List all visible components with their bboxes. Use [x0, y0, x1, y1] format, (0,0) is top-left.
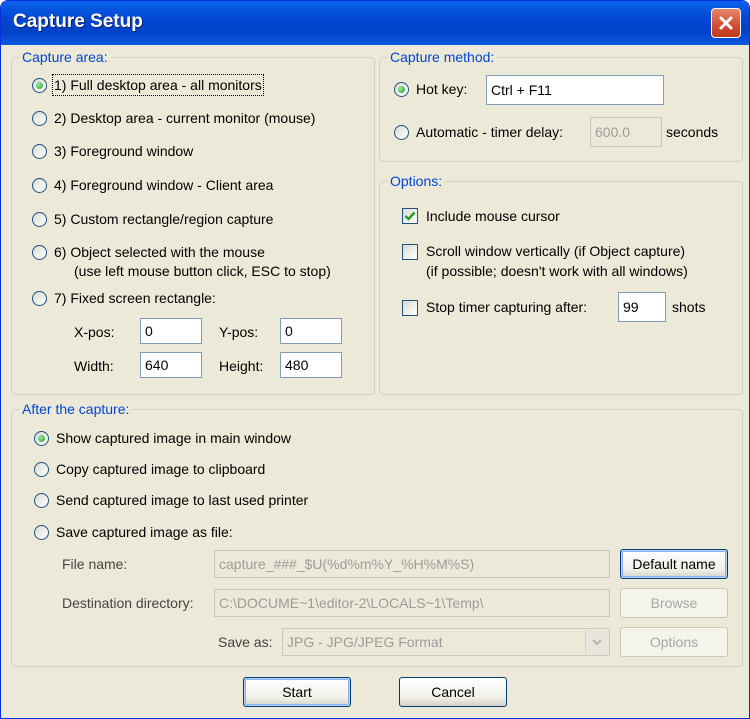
after-radio-4[interactable]	[34, 525, 49, 540]
stop-timer-label: Stop timer capturing after:	[426, 299, 588, 315]
capture-area-label-4: 4) Foreground window - Client area	[54, 177, 274, 193]
after-capture-legend: After the capture:	[19, 401, 133, 417]
stop-timer-checkbox[interactable]	[402, 300, 418, 316]
stop-timer-input[interactable]: 99	[618, 292, 666, 322]
seconds-label: seconds	[666, 124, 719, 140]
capture-method-legend: Capture method:	[387, 49, 498, 65]
capture-area-radio-3[interactable]	[32, 144, 47, 159]
default-name-button[interactable]: Default name	[620, 549, 728, 579]
height-label: Height:	[219, 358, 264, 374]
file-name-input[interactable]: capture_###_$U(%d%m%Y_%H%M%S)	[214, 550, 610, 578]
capture-area-radio-1[interactable]	[32, 78, 47, 93]
capture-area-label-6: 6) Object selected with the mouse	[54, 244, 265, 260]
checkmark-icon	[404, 211, 416, 221]
hotkey-input[interactable]: Ctrl + F11	[486, 75, 664, 105]
start-button[interactable]: Start	[243, 677, 351, 707]
automatic-radio[interactable]	[394, 125, 409, 140]
shots-label: shots	[672, 299, 706, 315]
close-icon	[719, 16, 733, 30]
ypos-input[interactable]: 0	[280, 318, 342, 344]
title-bar[interactable]: Capture Setup	[1, 1, 749, 45]
capture-area-label-5: 5) Custom rectangle/region capture	[54, 211, 274, 227]
timer-delay-input[interactable]: 600.0	[590, 117, 662, 147]
save-as-dropdown-button[interactable]	[585, 630, 608, 654]
capture-method-group: Capture method: Hot key: Ctrl + F11 Auto…	[379, 49, 743, 162]
capture-area-note-6: (use left mouse button click, ESC to sto…	[74, 263, 331, 279]
options-button[interactable]: Options	[620, 627, 728, 657]
save-as-value: JPG - JPG/JPEG Format	[287, 634, 443, 650]
save-as-select[interactable]: JPG - JPG/JPEG Format	[282, 628, 610, 656]
after-label-2: Copy captured image to clipboard	[56, 461, 266, 477]
automatic-label: Automatic - timer delay:	[416, 124, 564, 140]
capture-area-label-1: 1) Full desktop area - all monitors	[52, 74, 264, 96]
options-legend: Options:	[387, 173, 446, 189]
after-radio-3[interactable]	[34, 493, 49, 508]
browse-button[interactable]: Browse	[620, 588, 728, 618]
after-radio-2[interactable]	[34, 462, 49, 477]
dest-dir-label: Destination directory:	[62, 595, 194, 611]
after-capture-group: After the capture: Show captured image i…	[11, 401, 743, 667]
close-button[interactable]	[711, 8, 741, 38]
capture-area-legend: Capture area:	[19, 49, 111, 65]
include-cursor-label: Include mouse cursor	[426, 208, 560, 224]
width-input[interactable]: 640	[140, 352, 202, 378]
after-label-1: Show captured image in main window	[56, 430, 292, 446]
window-title: Capture Setup	[13, 11, 143, 32]
capture-area-label-2: 2) Desktop area - current monitor (mouse…	[54, 110, 316, 126]
include-cursor-checkbox[interactable]	[402, 208, 418, 224]
capture-area-group: Capture area: 1) Full desktop area - all…	[11, 49, 375, 395]
after-label-4: Save captured image as file:	[56, 524, 233, 540]
width-label: Width:	[74, 358, 114, 374]
file-name-label: File name:	[62, 556, 128, 572]
capture-setup-dialog: Capture Setup Capture area: 1) Full desk…	[0, 0, 750, 719]
cancel-button[interactable]: Cancel	[399, 677, 507, 707]
xpos-input[interactable]: 0	[140, 318, 202, 344]
ypos-label: Y-pos:	[219, 324, 259, 340]
after-label-3: Send captured image to last used printer	[56, 492, 309, 508]
capture-area-radio-6[interactable]	[32, 245, 47, 260]
capture-area-radio-2[interactable]	[32, 111, 47, 126]
save-as-label: Save as:	[218, 634, 273, 650]
capture-area-radio-4[interactable]	[32, 178, 47, 193]
capture-area-label-7: 7) Fixed screen rectangle:	[54, 290, 216, 306]
dest-dir-input[interactable]: C:\DOCUME~1\editor-2\LOCALS~1\Temp\	[214, 589, 610, 617]
xpos-label: X-pos:	[74, 324, 115, 340]
chevron-down-icon	[592, 639, 602, 646]
capture-area-label-3: 3) Foreground window	[54, 143, 194, 159]
scroll-window-label: Scroll window vertically (if Object capt…	[426, 243, 686, 259]
hotkey-label: Hot key:	[416, 81, 468, 97]
options-group: Options: Include mouse cursor Scroll win…	[379, 173, 743, 395]
scroll-window-note: (if possible; doesn't work with all wind…	[426, 263, 688, 279]
capture-area-radio-7[interactable]	[32, 291, 47, 306]
dialog-body: Capture area: 1) Full desktop area - all…	[5, 45, 745, 715]
hotkey-radio[interactable]	[394, 82, 409, 97]
capture-area-radio-5[interactable]	[32, 212, 47, 227]
scroll-window-checkbox[interactable]	[402, 244, 418, 260]
height-input[interactable]: 480	[280, 352, 342, 378]
after-radio-1[interactable]	[34, 431, 49, 446]
